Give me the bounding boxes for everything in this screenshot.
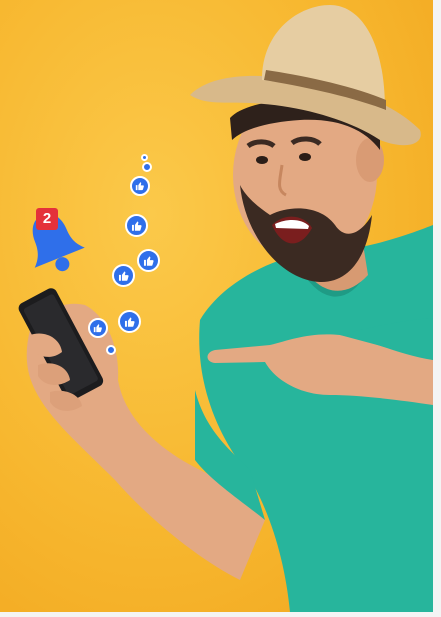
thumbs-up-icon [125,214,148,237]
like-bubble-dot [106,345,116,355]
thumbs-up-icon [137,249,160,272]
thumbs-up-icon [130,176,150,196]
thumbs-up-icon [112,264,135,287]
image-frame: 2 [0,0,441,617]
thumbs-up-icon [118,310,141,333]
like-bubble-dot [141,154,148,161]
photo-scene: 2 [0,0,433,612]
notification-badge: 2 [36,208,58,230]
thumbs-up-icon [88,318,108,338]
man-illustration [18,5,433,612]
like-bubble-dot [142,162,152,172]
